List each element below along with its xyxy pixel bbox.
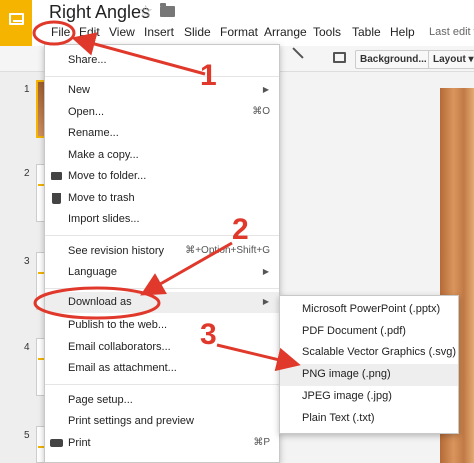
menu-format[interactable]: Format [220, 25, 258, 39]
slides-app-icon[interactable] [0, 0, 32, 46]
submenu-item-label: PDF Document (.pdf) [302, 325, 406, 337]
print-icon [50, 439, 63, 447]
menu-item-print[interactable]: Print ⌘P [45, 433, 279, 454]
download-pdf[interactable]: PDF Document (.pdf) [280, 321, 458, 343]
menu-item-move-to-folder[interactable]: Move to folder... [45, 166, 279, 187]
submenu-item-label: Microsoft PowerPoint (.pptx) [302, 303, 441, 315]
menu-item-shortcut: ⌘+Option+Shift+G [185, 245, 270, 256]
menu-item-label: Download as [68, 296, 132, 308]
slide-number-4: 4 [24, 342, 30, 353]
step-number-1: 1 [200, 59, 217, 92]
menu-view[interactable]: View [109, 25, 135, 39]
menu-item-label: Open... [68, 106, 105, 118]
menu-edit[interactable]: Edit [79, 25, 100, 39]
menu-item-share[interactable]: Share... [45, 50, 279, 71]
menu-tools[interactable]: Tools [313, 25, 341, 39]
trash-icon [52, 193, 61, 204]
menu-item-download-as[interactable]: Download as ▶ [45, 292, 279, 313]
menu-slide[interactable]: Slide [184, 25, 211, 39]
menu-arrange[interactable]: Arrange [264, 25, 307, 39]
menu-help[interactable]: Help [390, 25, 415, 39]
menu-item-email-attachment[interactable]: Email as attachment... [45, 358, 279, 379]
document-title[interactable]: Right Angles [49, 2, 150, 23]
slide-number-3: 3 [24, 256, 30, 267]
last-edit-status[interactable]: Last edit w [429, 26, 474, 38]
menu-item-label: Email as attachment... [68, 362, 177, 374]
menu-item-label: Print settings and preview [68, 415, 194, 427]
submenu-arrow-icon: ▶ [262, 85, 269, 94]
slide-filmstrip: 1 2 3 4 5 [0, 72, 46, 463]
submenu-arrow-icon: ▶ [262, 297, 269, 306]
download-txt[interactable]: Plain Text (.txt) [280, 408, 458, 430]
slide-number-2: 2 [24, 168, 30, 179]
menu-divider [45, 288, 279, 289]
download-jpeg[interactable]: JPEG image (.jpg) [280, 386, 458, 408]
menu-item-make-copy[interactable]: Make a copy... [45, 145, 279, 166]
menu-item-print-settings[interactable]: Print settings and preview [45, 411, 279, 432]
menu-item-publish[interactable]: Publish to the web... [45, 315, 279, 336]
menu-item-open[interactable]: Open... ⌘O [45, 102, 279, 123]
submenu-item-label: PNG image (.png) [302, 368, 391, 380]
step-number-3: 3 [200, 318, 217, 351]
menu-item-label: Rename... [68, 127, 119, 139]
layout-label: Layout [433, 54, 466, 65]
slides-glyph-icon [9, 13, 24, 25]
download-pptx[interactable]: Microsoft PowerPoint (.pptx) [280, 299, 458, 321]
menu-item-label: Print [68, 437, 91, 449]
download-svg[interactable]: Scalable Vector Graphics (.svg) [280, 342, 458, 364]
submenu-item-label: Scalable Vector Graphics (.svg) [302, 346, 457, 358]
menu-item-new[interactable]: New ▶ [45, 80, 279, 101]
menu-item-label: Move to folder... [68, 170, 147, 182]
folder-icon[interactable] [160, 3, 175, 17]
layout-button[interactable]: Layout ▾ [428, 50, 474, 69]
menu-item-email-collaborators[interactable]: Email collaborators... [45, 337, 279, 358]
menu-table[interactable]: Table [352, 25, 381, 39]
menu-item-label: Share... [68, 54, 107, 66]
menu-item-label: Publish to the web... [68, 319, 168, 331]
menu-item-rename[interactable]: Rename... [45, 123, 279, 144]
submenu-item-label: Plain Text (.txt) [302, 412, 375, 424]
menu-item-label: Move to trash [68, 192, 135, 204]
menu-item-move-to-trash[interactable]: Move to trash [45, 188, 279, 209]
file-menu-dropdown: Share... New ▶ Open... ⌘O Rename... Make a… [44, 44, 280, 463]
menu-item-shortcut: ⌘P [253, 437, 270, 448]
menu-item-label: See revision history [68, 245, 164, 257]
menu-item-label: New [68, 84, 91, 96]
submenu-item-label: JPEG image (.jpg) [302, 390, 392, 402]
menu-insert[interactable]: Insert [144, 25, 174, 39]
menu-item-shortcut: ⌘O [252, 106, 270, 117]
folder-icon [51, 172, 62, 180]
step-number-2: 2 [232, 213, 249, 246]
menu-item-label: Page setup... [68, 394, 133, 406]
background-button[interactable]: Background... [355, 50, 432, 69]
comment-icon[interactable] [333, 52, 346, 63]
submenu-arrow-icon: ▶ [262, 267, 269, 276]
menu-item-language[interactable]: Language ▶ [45, 262, 279, 283]
menu-item-label: Email collaborators... [68, 341, 171, 353]
download-as-submenu: Microsoft PowerPoint (.pptx) PDF Documen… [279, 295, 459, 434]
download-png[interactable]: PNG image (.png) [280, 364, 458, 386]
menu-item-label: Language [68, 266, 117, 278]
menu-divider [45, 384, 279, 385]
star-icon[interactable]: ☆ [138, 2, 153, 22]
menu-divider [45, 76, 279, 77]
slide-number-1: 1 [24, 84, 30, 95]
menu-item-label: Make a copy... [68, 149, 139, 161]
menu-item-page-setup[interactable]: Page setup... [45, 390, 279, 411]
slide-number-5: 5 [24, 430, 30, 441]
menu-item-label: Import slides... [68, 213, 140, 225]
menu-file[interactable]: File [51, 25, 70, 39]
